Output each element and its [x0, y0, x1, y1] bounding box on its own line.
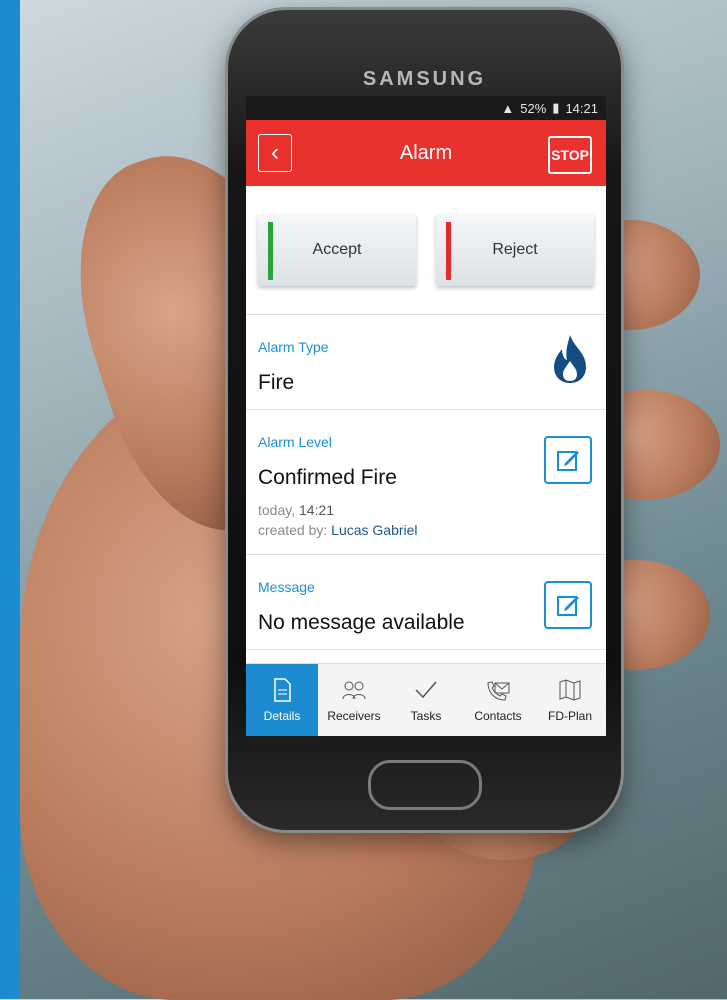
tab-label: Tasks [410, 709, 442, 723]
battery-level: 52% [520, 100, 547, 116]
edit-alarm-level-button[interactable] [544, 436, 592, 484]
reject-label: Reject [492, 241, 538, 258]
edit-icon [557, 596, 579, 616]
signal-icon: ▲ [501, 100, 515, 116]
chevron-left-icon: ‹ [271, 139, 279, 166]
bottom-tab-bar: Details Receivers Tasks Contacts FD-Plan [246, 663, 606, 736]
page-title: Alarm [399, 141, 453, 164]
home-button[interactable] [368, 760, 482, 810]
side-stripe [0, 0, 20, 999]
phone-brand: SAMSUNG [362, 68, 487, 90]
edit-icon [557, 451, 579, 471]
action-buttons: Accept Reject [246, 186, 606, 315]
created-by-name: Lucas Gabriel [331, 522, 418, 538]
accept-button[interactable]: Accept [258, 214, 416, 286]
message-section: Message No message available [246, 555, 606, 650]
tab-receivers[interactable]: Receivers [318, 664, 390, 736]
reject-indicator [446, 222, 451, 280]
date-prefix: today, [258, 502, 296, 518]
battery-icon: ▮ [552, 100, 560, 115]
reject-button[interactable]: Reject [436, 214, 594, 286]
accept-label: Accept [312, 241, 362, 258]
phone-mail-icon [487, 681, 510, 701]
map-icon [559, 679, 581, 701]
alarm-type-label: Alarm Type [258, 339, 329, 355]
tab-tasks[interactable]: Tasks [390, 664, 462, 736]
fire-icon [554, 335, 586, 383]
tab-details[interactable]: Details [246, 664, 318, 736]
tab-contacts[interactable]: Contacts [462, 664, 534, 736]
status-bar: ▲ 52% ▮ 14:21 [246, 96, 606, 120]
back-button[interactable]: ‹ [258, 134, 292, 172]
alarm-level-meta: today, 14:21 created by: Lucas Gabriel [258, 500, 594, 540]
phone: SAMSUNG ▲ 52% ▮ 14:21 ‹ Alarm STOP Accep… [228, 10, 621, 830]
tab-label: Details [263, 709, 301, 723]
alarm-time: 14:21 [299, 502, 335, 518]
app-bar: ‹ Alarm STOP [246, 120, 606, 186]
group-icon [342, 681, 366, 700]
edit-message-button[interactable] [544, 581, 592, 629]
stop-button[interactable]: STOP [548, 136, 592, 174]
clock: 14:21 [565, 100, 598, 116]
alarm-level-section: Alarm Level Confirmed Fire today, 14:21 … [246, 410, 606, 555]
created-by-label: created by: [258, 522, 328, 538]
tab-fd-plan[interactable]: FD-Plan [534, 664, 606, 736]
checkmark-icon [415, 681, 437, 699]
tab-label: Contacts [474, 709, 522, 723]
tab-label: FD-Plan [547, 709, 592, 723]
alarm-type-value: Fire [258, 371, 295, 394]
tab-label: Receivers [327, 709, 381, 723]
app-screen: ▲ 52% ▮ 14:21 ‹ Alarm STOP Accept Reject… [246, 96, 606, 736]
alarm-type-section: Alarm Type Fire [246, 315, 606, 410]
accept-indicator [268, 222, 273, 280]
document-icon [274, 678, 291, 702]
